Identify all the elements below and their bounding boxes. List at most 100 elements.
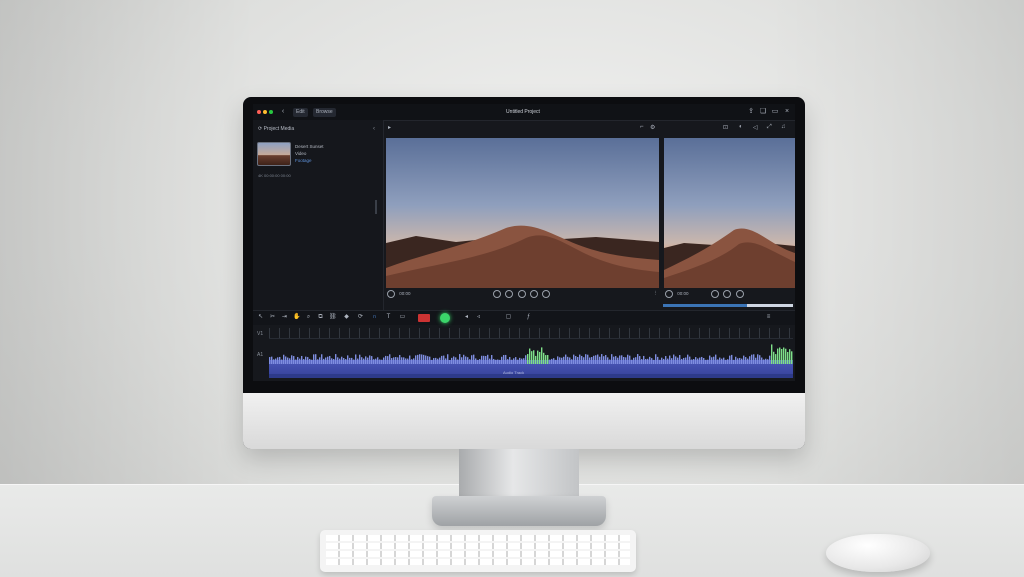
- waveform-bar: [307, 357, 309, 364]
- waveform-bar: [453, 356, 455, 364]
- waveform-bar: [657, 356, 659, 364]
- close-window-button[interactable]: [257, 110, 261, 114]
- waveform-bar: [337, 357, 339, 364]
- step-back-icon[interactable]: [505, 290, 514, 298]
- waveform-bar: [379, 359, 381, 364]
- waveform-bar: [423, 354, 425, 364]
- waveform-bar: [553, 358, 555, 364]
- record-button[interactable]: [418, 314, 430, 322]
- waveform-bar: [593, 355, 595, 364]
- side-marker-icon[interactable]: [665, 290, 673, 298]
- waveform-bar: [643, 355, 645, 364]
- marker-icon[interactable]: [387, 290, 395, 298]
- waveform-bar: [611, 354, 613, 364]
- side-forward-icon[interactable]: [735, 290, 744, 298]
- share-icon[interactable]: ⇪: [747, 108, 755, 116]
- folder-icon[interactable]: ▭: [399, 314, 406, 321]
- waveform-bar: [363, 358, 365, 364]
- settings-icon[interactable]: ⚙: [650, 124, 655, 131]
- waveform-bar: [371, 356, 373, 364]
- waveform-bar: [441, 355, 443, 364]
- tab-browse[interactable]: Browse: [313, 108, 336, 117]
- main-viewer[interactable]: [386, 138, 659, 288]
- side-rewind-icon[interactable]: [711, 290, 719, 298]
- sync-icon[interactable]: ⟳: [357, 314, 364, 321]
- waveform-bar: [633, 357, 635, 364]
- waveform-bar: [529, 348, 531, 364]
- fullscreen-icon[interactable]: ⤢: [767, 124, 772, 131]
- audio-icon[interactable]: ◁: [753, 124, 758, 131]
- tab-edit[interactable]: Edit: [293, 108, 308, 117]
- zoom-window-button[interactable]: [269, 110, 273, 114]
- panel-resize-handle[interactable]: [375, 200, 377, 214]
- clip-thumbnail[interactable]: [257, 142, 291, 166]
- waveform-bar: [425, 355, 427, 364]
- minimize-window-button[interactable]: [263, 110, 267, 114]
- viewer-more-icon[interactable]: ⋮: [653, 290, 658, 300]
- window-icon[interactable]: ▭: [771, 108, 779, 116]
- clip-category[interactable]: Footage: [295, 158, 312, 163]
- trim-tool-icon[interactable]: ⇥: [281, 314, 288, 321]
- volume-icon[interactable]: ◃: [475, 314, 482, 321]
- link-icon[interactable]: ⛓: [329, 314, 337, 321]
- play-button[interactable]: [440, 313, 450, 323]
- collapse-icon[interactable]: ‹: [373, 126, 375, 132]
- waveform-bar: [565, 354, 567, 364]
- waveform-bar: [595, 355, 597, 364]
- back-icon[interactable]: ‹: [279, 108, 287, 116]
- crop-icon[interactable]: ⌐: [640, 124, 644, 130]
- waveform-bar: [289, 358, 291, 364]
- bookmark-icon[interactable]: ❏: [759, 108, 767, 116]
- refresh-icon[interactable]: ⟳: [258, 126, 262, 132]
- waveform-bar: [751, 354, 753, 364]
- step-forward-icon[interactable]: [529, 290, 538, 298]
- media-panel-header: ⟳ Project Media: [258, 126, 294, 132]
- zoom-tool-icon[interactable]: ⌕: [305, 314, 312, 321]
- hand-tool-icon[interactable]: ✋: [293, 314, 300, 321]
- speed-icon[interactable]: ◐: [739, 124, 743, 130]
- waveform-bar: [487, 354, 489, 364]
- waveform-bar: [575, 356, 577, 364]
- rewind-icon[interactable]: [493, 290, 501, 298]
- marker-add-icon[interactable]: ◆: [343, 314, 350, 321]
- fit-icon[interactable]: ⊡: [723, 124, 728, 131]
- dune-image-side: [664, 228, 795, 288]
- waveform-bar: [645, 358, 647, 364]
- loop-icon[interactable]: [542, 290, 551, 298]
- window-title: Untitled Project: [506, 109, 540, 115]
- waveform-bar: [689, 356, 691, 364]
- timeline-settings-icon[interactable]: ≡: [765, 314, 772, 321]
- waveform-bar: [537, 350, 539, 364]
- text-tool-icon[interactable]: T: [385, 314, 392, 321]
- expand-icon[interactable]: ▸: [388, 124, 391, 131]
- waveform-bar: [369, 355, 371, 364]
- main-viewer-controls: 00:00: [387, 290, 411, 300]
- screen-icon[interactable]: ▢: [505, 314, 512, 321]
- waveform-bar: [547, 355, 549, 364]
- select-tool-icon[interactable]: ↖: [257, 314, 264, 321]
- side-viewer[interactable]: [664, 138, 795, 288]
- waveform-bar: [351, 357, 353, 364]
- waveform-bar: [717, 359, 719, 364]
- waveform-bar: [685, 357, 687, 364]
- waveform-bar: [451, 357, 453, 364]
- play-icon[interactable]: [517, 290, 526, 298]
- waveform-bar: [465, 356, 467, 364]
- side-play-icon[interactable]: [723, 290, 732, 298]
- waveform-bar: [535, 355, 537, 364]
- blade-tool-icon[interactable]: ✂: [269, 314, 276, 321]
- magnet-icon[interactable]: ∩: [371, 314, 378, 321]
- snap-icon[interactable]: ⧉: [317, 314, 324, 321]
- close-icon[interactable]: ×: [783, 108, 791, 116]
- timeline-ruler[interactable]: [269, 328, 793, 339]
- mute-icon[interactable]: ◂: [463, 314, 470, 321]
- waveform-bar: [443, 355, 445, 364]
- waveform-bar: [767, 359, 769, 364]
- audio-track[interactable]: [269, 342, 793, 378]
- waveform-bar: [557, 356, 559, 364]
- notification-icon[interactable]: ♫: [781, 124, 786, 130]
- waveform-bar: [493, 358, 495, 364]
- fx-icon[interactable]: ƒ: [525, 314, 532, 321]
- waveform-bar: [635, 357, 637, 364]
- waveform-bar: [485, 356, 487, 364]
